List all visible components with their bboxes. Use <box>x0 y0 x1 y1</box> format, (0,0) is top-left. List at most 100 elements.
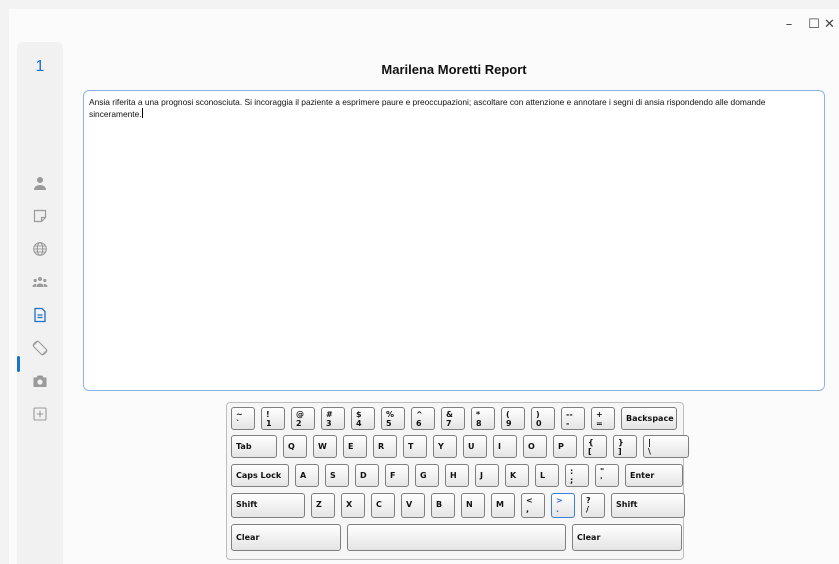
key-label: E <box>348 442 354 451</box>
key-caps-lock[interactable]: Caps Lock <box>231 464 289 487</box>
key-r[interactable]: R <box>373 435 397 458</box>
key-6[interactable]: ^ 6 <box>411 407 435 430</box>
key-base-label: 8 <box>476 419 482 428</box>
key-1[interactable]: ! 1 <box>261 407 285 430</box>
key-label: W <box>318 442 327 451</box>
key-backspace[interactable]: Backspace <box>621 407 677 430</box>
key-n[interactable]: N <box>461 493 485 518</box>
key-h[interactable]: H <box>445 464 469 487</box>
key-base-label: 2 <box>296 419 302 428</box>
note-icon[interactable] <box>30 206 50 226</box>
key-p[interactable]: P <box>553 435 577 458</box>
key-3[interactable]: #3 <box>321 407 345 430</box>
key-g[interactable]: G <box>415 464 439 487</box>
close-button[interactable]: ✕ <box>824 9 839 39</box>
key-base-label: ` <box>236 419 240 428</box>
key-shift-label: + <box>596 410 603 419</box>
page-title: Marilena Moretti Report <box>381 62 527 77</box>
key-symbol-11[interactable]: " ' <box>595 464 619 487</box>
key-base-label: 9 <box>506 419 512 428</box>
camera-icon[interactable] <box>30 371 50 391</box>
key-symbol-11[interactable]: -- - <box>561 407 585 430</box>
key-label: I <box>498 442 501 451</box>
key-label: P <box>558 442 564 451</box>
key-base-label: ] <box>618 447 622 456</box>
key-i[interactable]: I <box>493 435 517 458</box>
key-shift-label: : <box>570 467 574 476</box>
group-icon[interactable] <box>30 272 50 292</box>
key-v[interactable]: V <box>401 493 425 518</box>
key-shift-label: & <box>446 410 453 419</box>
key-label: Tab <box>236 442 252 451</box>
person-icon[interactable] <box>30 173 50 193</box>
key-symbol-12[interactable]: + = <box>591 407 615 430</box>
key-5[interactable]: % 5 <box>381 407 405 430</box>
key-label: O <box>528 442 535 451</box>
key-shift-label: ? <box>586 496 591 505</box>
key-e[interactable]: E <box>343 435 367 458</box>
key-label: H <box>450 471 457 480</box>
key-w[interactable]: W <box>313 435 337 458</box>
key-shift-label: ) <box>536 410 540 419</box>
key-q[interactable]: Q <box>283 435 307 458</box>
key-k[interactable]: K <box>505 464 529 487</box>
key-space[interactable] <box>347 524 566 551</box>
key-symbol-8[interactable]: <, <box>521 493 545 518</box>
globe-icon[interactable] <box>30 239 50 259</box>
key-shift[interactable]: Shift <box>611 493 685 518</box>
minimize-button[interactable]: – <box>776 9 802 39</box>
key-0[interactable]: ) 0 <box>531 407 555 430</box>
key-l[interactable]: L <box>535 464 559 487</box>
key-label: Q <box>288 442 295 451</box>
key-z[interactable]: Z <box>311 493 335 518</box>
key-label: A <box>300 471 307 480</box>
key-clear[interactable]: Clear <box>572 524 682 551</box>
key-u[interactable]: U <box>463 435 487 458</box>
key-7[interactable]: & 7 <box>441 407 465 430</box>
sidebar-number[interactable]: 1 <box>17 58 63 76</box>
key-4[interactable]: $4 <box>351 407 375 430</box>
key-j[interactable]: J <box>475 464 499 487</box>
report-icon[interactable] <box>30 305 50 325</box>
key-b[interactable]: B <box>431 493 455 518</box>
key-symbol-10[interactable]: :; <box>565 464 589 487</box>
key-y[interactable]: Y <box>433 435 457 458</box>
key-symbol-11[interactable]: {[ <box>583 435 607 458</box>
key-symbol-12[interactable]: }] <box>613 435 637 458</box>
key-x[interactable]: X <box>341 493 365 518</box>
add-box-icon[interactable] <box>30 404 50 424</box>
key-clear[interactable]: Clear <box>231 524 341 551</box>
key-symbol-0[interactable]: ~ ` <box>231 407 255 430</box>
key-shift-label: | <box>648 438 651 447</box>
key-2[interactable]: @2 <box>291 407 315 430</box>
key-base-label: / <box>586 505 589 514</box>
key-label: T <box>408 442 414 451</box>
key-tab[interactable]: Tab <box>231 435 277 458</box>
key-enter[interactable]: Enter <box>625 464 683 487</box>
key-base-label: 7 <box>446 419 452 428</box>
report-textarea[interactable]: Ansia riferita a una prognosi sconosciut… <box>83 90 825 391</box>
key-symbol-13[interactable]: | \ <box>643 435 689 458</box>
key-8[interactable]: * 8 <box>471 407 495 430</box>
key-label: R <box>378 442 385 451</box>
key-label: Shift <box>616 500 638 509</box>
key-a[interactable]: A <box>295 464 319 487</box>
key-s[interactable]: S <box>325 464 349 487</box>
key-c[interactable]: C <box>371 493 395 518</box>
key-symbol-9[interactable]: >. <box>551 493 575 518</box>
text-caret <box>141 108 143 118</box>
key-shift-label: ~ <box>236 410 243 419</box>
key-d[interactable]: D <box>355 464 379 487</box>
sidebar: 1 <box>17 42 63 564</box>
rotate-device-icon[interactable] <box>30 338 50 358</box>
key-o[interactable]: O <box>523 435 547 458</box>
key-f[interactable]: F <box>385 464 409 487</box>
key-label: Z <box>316 500 322 509</box>
key-shift[interactable]: Shift <box>231 493 305 518</box>
key-shift-label: ( <box>506 410 510 419</box>
key-symbol-10[interactable]: ? / <box>581 493 605 518</box>
key-9[interactable]: (9 <box>501 407 525 430</box>
key-m[interactable]: M <box>491 493 515 518</box>
key-label: Clear <box>236 533 260 542</box>
key-t[interactable]: T <box>403 435 427 458</box>
